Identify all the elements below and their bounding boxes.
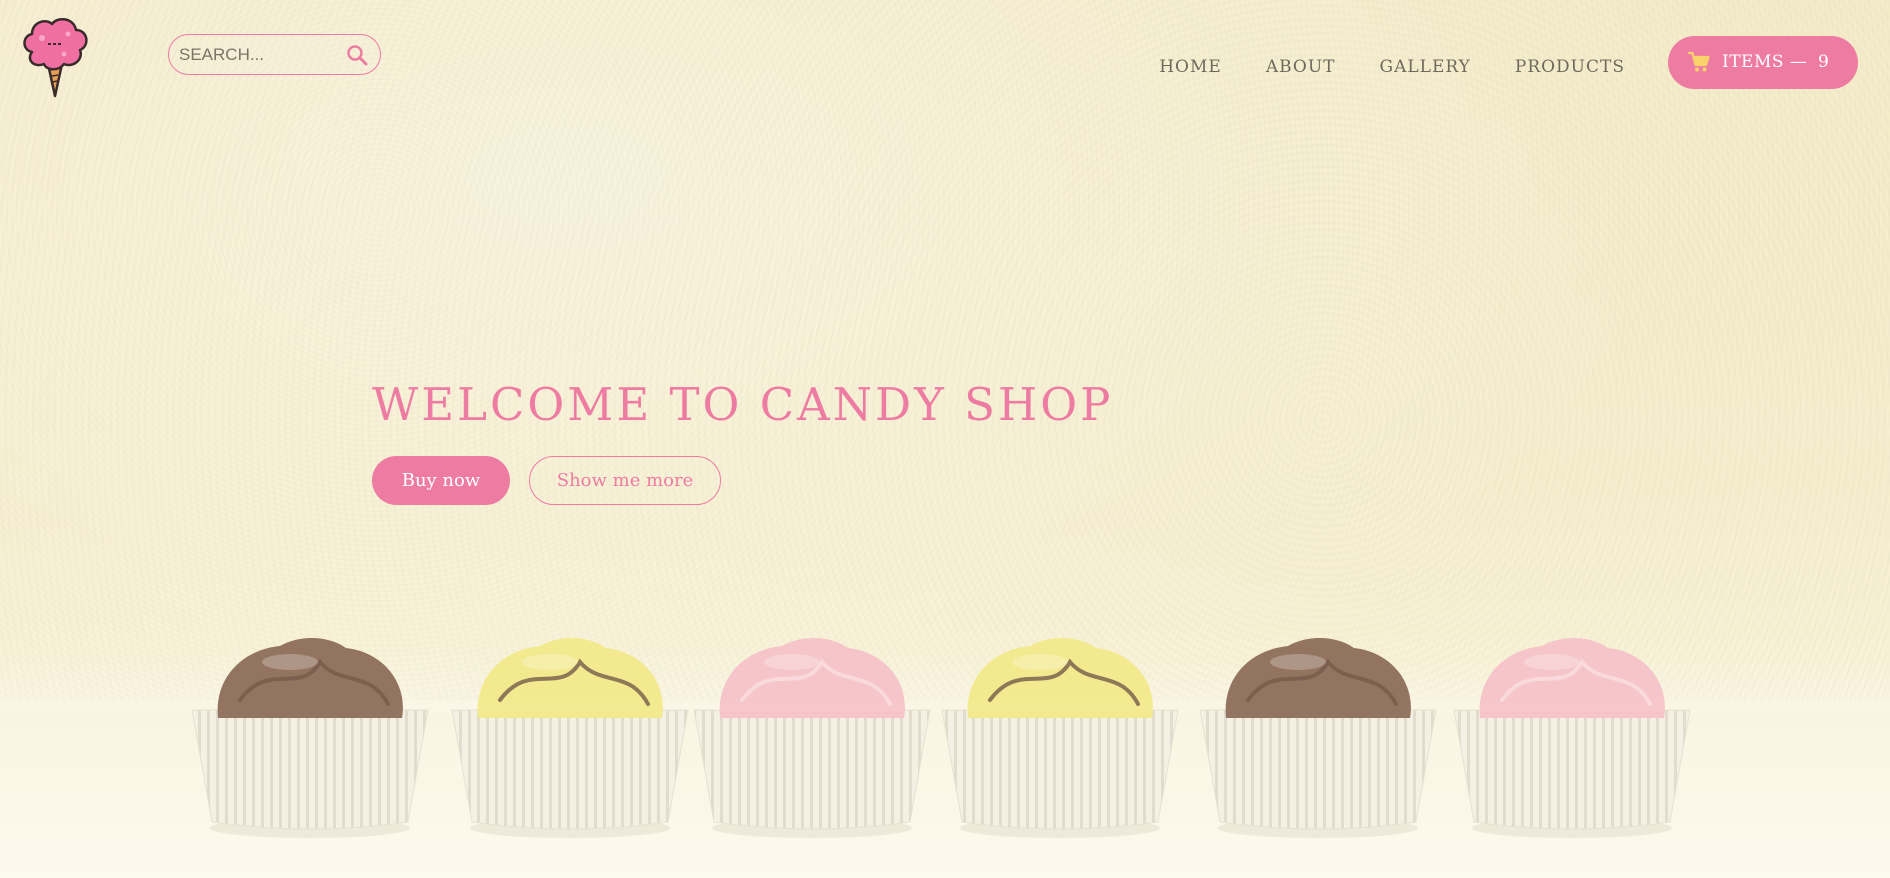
candy-strawberry (1453, 637, 1691, 838)
show-more-button[interactable]: Show me more (529, 456, 721, 505)
search-box[interactable] (168, 34, 381, 75)
cart-button[interactable]: ITEMS — 9 (1668, 36, 1858, 89)
candy-lemon (941, 637, 1179, 838)
candy-chocolate (1199, 637, 1437, 838)
search-icon[interactable] (346, 44, 368, 66)
candy-strawberry (693, 637, 931, 838)
nav-about[interactable]: ABOUT (1266, 57, 1336, 77)
nav-gallery[interactable]: GALLERY (1380, 57, 1471, 77)
cart-items-count: 9 (1818, 52, 1829, 72)
cart-items-label: ITEMS — (1722, 52, 1808, 72)
cotton-candy-logo[interactable] (18, 14, 92, 98)
nav-products[interactable]: PRODUCTS (1515, 57, 1625, 77)
candies-photo (191, 637, 1691, 838)
candy-lemon (451, 637, 689, 838)
main-nav: HOME ABOUT GALLERY PRODUCTS (1115, 57, 1625, 77)
cart-icon (1687, 51, 1710, 73)
buy-now-button[interactable]: Buy now (372, 456, 510, 505)
search-input[interactable] (179, 41, 339, 68)
candy-chocolate (191, 637, 429, 838)
nav-home[interactable]: HOME (1159, 57, 1222, 77)
hero-title: WELCOME TO CANDY SHOP (372, 378, 1114, 431)
